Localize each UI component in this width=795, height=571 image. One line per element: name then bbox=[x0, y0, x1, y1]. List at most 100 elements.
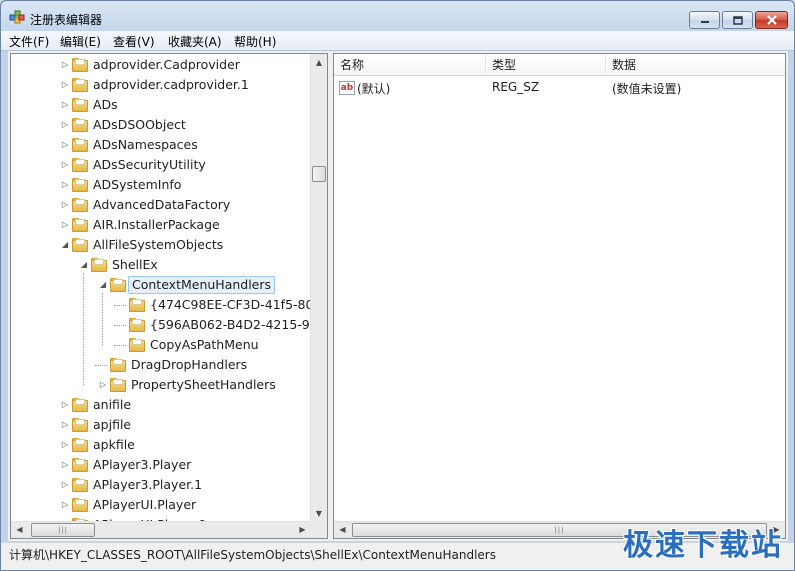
menu-view[interactable]: 查看(V) bbox=[113, 33, 155, 50]
list-item[interactable]: ab (默认) REG_SZ (数值未设置) bbox=[334, 78, 785, 98]
folder-icon bbox=[72, 218, 88, 232]
tree-item-label: ADsSecurityUtility bbox=[93, 157, 206, 172]
folder-icon bbox=[72, 498, 88, 512]
tree-item-label: CopyAsPathMenu bbox=[150, 337, 259, 352]
tree-horizontal-scrollbar[interactable]: ◀ ||| ▶ bbox=[11, 521, 311, 538]
collapsed-arrow-icon[interactable]: ▷ bbox=[98, 380, 108, 390]
folder-icon bbox=[129, 298, 145, 312]
tree-item-label: ContextMenuHandlers bbox=[128, 276, 276, 294]
menu-help[interactable]: 帮助(H) bbox=[234, 33, 276, 50]
scroll-up-icon[interactable]: ▲ bbox=[311, 54, 327, 71]
folder-icon bbox=[110, 278, 126, 292]
scroll-left-icon[interactable]: ◀ bbox=[334, 522, 351, 538]
tree-item[interactable]: ◢ AllFileSystemObjects bbox=[11, 235, 311, 255]
tree-item[interactable]: ▷ APlayer3.Player bbox=[11, 455, 311, 475]
minimize-icon bbox=[700, 21, 709, 23]
collapsed-arrow-icon[interactable]: ▷ bbox=[60, 500, 70, 510]
scroll-thumb[interactable] bbox=[312, 166, 326, 182]
column-header-type[interactable]: 类型 bbox=[486, 54, 606, 76]
tree-item[interactable]: DragDropHandlers bbox=[11, 355, 311, 375]
collapsed-arrow-icon[interactable]: ▷ bbox=[60, 480, 70, 490]
folder-icon bbox=[72, 118, 88, 132]
tree-item[interactable]: ◢ ShellEx bbox=[11, 255, 311, 275]
tree-item[interactable]: {474C98EE-CF3D-41f5-80E3 bbox=[11, 295, 311, 315]
collapsed-arrow-icon[interactable]: ▷ bbox=[60, 60, 70, 70]
tree-connector bbox=[83, 273, 84, 385]
value-data: (数值未设置) bbox=[612, 82, 682, 96]
key-tree[interactable]: ▷ adprovider.Cadprovider ▷ adprovider.cadpr… bbox=[10, 53, 328, 539]
menu-file[interactable]: 文件(F) bbox=[9, 33, 49, 50]
collapsed-arrow-icon[interactable]: ▷ bbox=[60, 100, 70, 110]
close-button[interactable] bbox=[755, 11, 788, 29]
expanded-arrow-icon[interactable]: ◢ bbox=[79, 260, 89, 270]
tree-item[interactable]: ▷ AIR.InstallerPackage bbox=[11, 215, 311, 235]
tree-item[interactable]: ▷ ADs bbox=[11, 95, 311, 115]
tree-rows: ▷ adprovider.Cadprovider ▷ adprovider.cadpr… bbox=[11, 54, 311, 522]
collapsed-arrow-icon[interactable]: ▷ bbox=[60, 220, 70, 230]
maximize-icon bbox=[732, 15, 743, 25]
scroll-right-icon[interactable]: ▶ bbox=[294, 522, 311, 538]
tree-item-label: {596AB062-B4D2-4215-9F74 bbox=[150, 317, 311, 332]
tree-item[interactable]: ▷ adprovider.cadprovider.1 bbox=[11, 75, 311, 95]
title-bar[interactable]: 注册表编辑器 bbox=[1, 1, 794, 31]
tree-item[interactable]: ▷ ADsNamespaces bbox=[11, 135, 311, 155]
tree-connector bbox=[102, 293, 103, 345]
scroll-down-icon[interactable]: ▼ bbox=[311, 505, 327, 522]
maximize-button[interactable] bbox=[722, 11, 753, 29]
value-name: (默认) bbox=[357, 82, 391, 96]
collapsed-arrow-icon[interactable]: ▷ bbox=[60, 180, 70, 190]
scroll-thumb[interactable]: ||| bbox=[31, 523, 95, 537]
client-area: ▷ adprovider.Cadprovider ▷ adprovider.cadpr… bbox=[8, 51, 788, 541]
tree-item-label: AdvancedDataFactory bbox=[93, 197, 231, 212]
menu-edit[interactable]: 编辑(E) bbox=[60, 33, 101, 50]
expanded-arrow-icon[interactable]: ◢ bbox=[98, 280, 108, 290]
folder-icon bbox=[72, 478, 88, 492]
tree-item-label: apkfile bbox=[93, 437, 135, 452]
collapsed-arrow-icon[interactable]: ▷ bbox=[60, 440, 70, 450]
tree-item[interactable]: ▷ adprovider.Cadprovider bbox=[11, 55, 311, 75]
collapsed-arrow-icon[interactable]: ▷ bbox=[60, 460, 70, 470]
collapsed-arrow-icon[interactable]: ▷ bbox=[60, 400, 70, 410]
column-header-data[interactable]: 数据 bbox=[606, 54, 785, 76]
column-header-name[interactable]: 名称 bbox=[334, 54, 486, 76]
tree-item[interactable]: ◢ ContextMenuHandlers bbox=[11, 275, 311, 295]
tree-item[interactable]: ▷ PropertySheetHandlers bbox=[11, 375, 311, 395]
tree-item[interactable]: ▷ ADSystemInfo bbox=[11, 175, 311, 195]
collapsed-arrow-icon[interactable]: ▷ bbox=[60, 420, 70, 430]
collapsed-arrow-icon[interactable]: ▷ bbox=[60, 160, 70, 170]
tree-item-label: AIR.InstallerPackage bbox=[93, 217, 220, 232]
tree-item[interactable]: ▷ ADsSecurityUtility bbox=[11, 155, 311, 175]
tree-item-label: adprovider.Cadprovider bbox=[93, 57, 240, 72]
tree-connector bbox=[95, 365, 107, 366]
window-title: 注册表编辑器 bbox=[30, 13, 103, 27]
tree-item[interactable]: ▷ AdvancedDataFactory bbox=[11, 195, 311, 215]
folder-icon bbox=[110, 358, 126, 372]
tree-connector bbox=[114, 305, 126, 306]
tree-item-label: ShellEx bbox=[112, 257, 158, 272]
tree-item[interactable]: ▷ ADsDSOObject bbox=[11, 115, 311, 135]
value-list[interactable]: 名称 类型 数据 ab (默认) REG_SZ (数值未设置) ◀ ||| ▶ bbox=[333, 53, 786, 539]
menu-favorites[interactable]: 收藏夹(A) bbox=[168, 33, 222, 50]
tree-item[interactable]: ▷ apjfile bbox=[11, 415, 311, 435]
tree-item[interactable]: ▷ APlayer3.Player.1 bbox=[11, 475, 311, 495]
collapsed-arrow-icon[interactable]: ▷ bbox=[60, 200, 70, 210]
tree-item[interactable]: ▷ anifile bbox=[11, 395, 311, 415]
tree-item[interactable]: {596AB062-B4D2-4215-9F74 bbox=[11, 315, 311, 335]
tree-item-label: ADSystemInfo bbox=[93, 177, 182, 192]
folder-icon bbox=[129, 338, 145, 352]
scroll-left-icon[interactable]: ◀ bbox=[11, 522, 28, 538]
collapsed-arrow-icon[interactable]: ▷ bbox=[60, 120, 70, 130]
tree-item[interactable]: CopyAsPathMenu bbox=[11, 335, 311, 355]
folder-icon bbox=[72, 398, 88, 412]
tree-item[interactable]: ▷ APlayerUI.Player bbox=[11, 495, 311, 515]
collapsed-arrow-icon[interactable]: ▷ bbox=[60, 140, 70, 150]
expanded-arrow-icon[interactable]: ◢ bbox=[60, 240, 70, 250]
registry-editor-icon bbox=[9, 10, 25, 24]
tree-vertical-scrollbar[interactable]: ▲ ▼ bbox=[310, 54, 327, 522]
folder-icon bbox=[72, 418, 88, 432]
watermark-logo: 极速下载站 bbox=[623, 528, 783, 563]
tree-item[interactable]: ▷ apkfile bbox=[11, 435, 311, 455]
minimize-button[interactable] bbox=[689, 11, 720, 29]
collapsed-arrow-icon[interactable]: ▷ bbox=[60, 80, 70, 90]
tree-item-label: DragDropHandlers bbox=[131, 357, 248, 372]
